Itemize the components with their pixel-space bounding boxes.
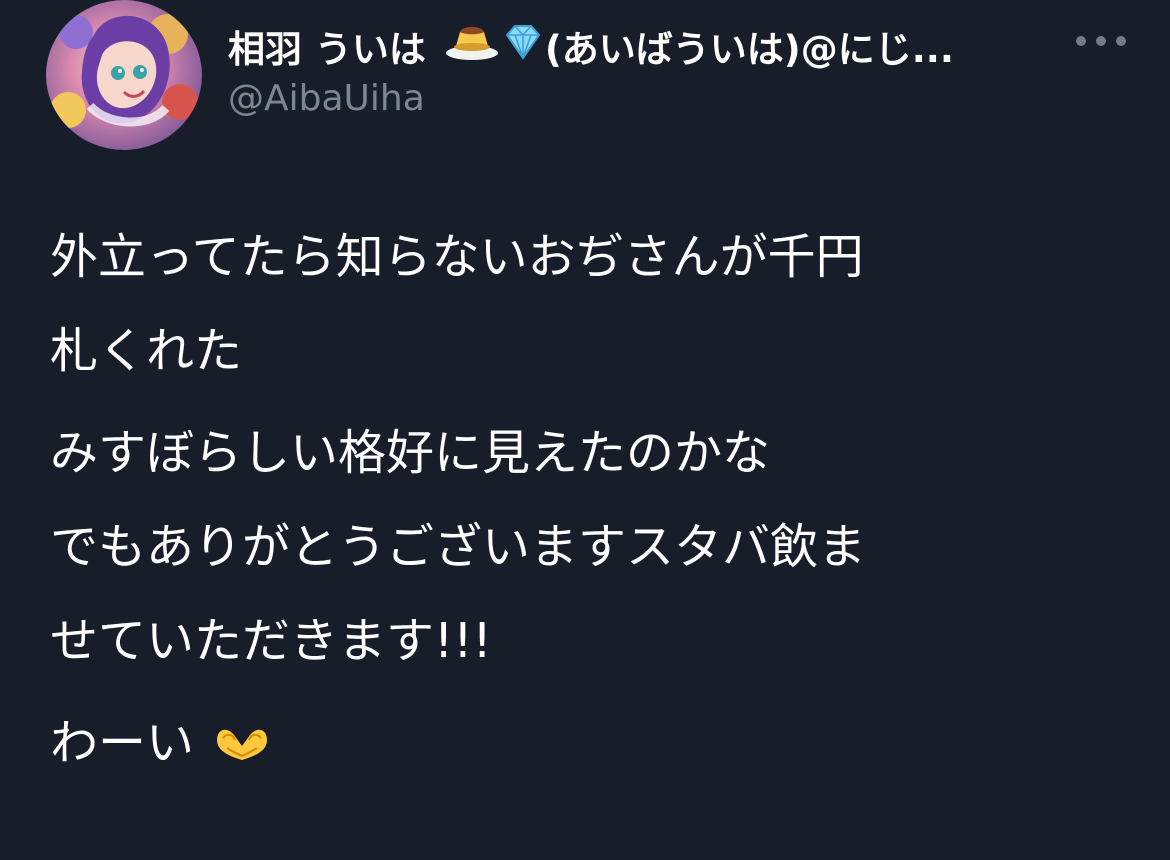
tweet-line: わーい: [50, 696, 1130, 793]
tweet-paragraph: みすぼらしい格好に見えたのかな でもありがとうございますスタバ飲ま せていただき…: [50, 406, 1130, 688]
tweet-header: 相羽 ういは (あいばういは)@にじ... @AibaUiha: [46, 0, 1126, 152]
display-name[interactable]: 相羽 ういは (あいばういは)@にじ...: [228, 18, 1068, 74]
diamond-icon: [501, 22, 545, 71]
display-name-suffix: (あいばういは)@にじ...: [544, 28, 954, 71]
tweet-line: でもありがとうございますスタバ飲ま: [50, 519, 867, 575]
more-dot: [1116, 36, 1126, 46]
tweet-paragraph: 外立ってたら知らないおぢさんが千円 札くれた: [50, 210, 1130, 398]
tweet: 相羽 ういは (あいばういは)@にじ... @AibaUiha 外立ってたら知ら…: [0, 0, 1170, 860]
author-names: 相羽 ういは (あいばういは)@にじ... @AibaUiha: [228, 18, 1068, 119]
tweet-line: せていただきます!!!: [50, 613, 492, 669]
more-dot: [1076, 36, 1086, 46]
tweet-line-text: わーい: [50, 715, 195, 771]
tweet-text: 外立ってたら知らないおぢさんが千円 札くれた みすぼらしい格好に見えたのかな で…: [50, 210, 1130, 793]
tweet-line: 札くれた: [50, 323, 243, 379]
pudding-icon: [443, 22, 501, 71]
tweet-line: 外立ってたら知らないおぢさんが千円: [50, 229, 864, 285]
display-name-prefix: 相羽 ういは: [228, 28, 426, 71]
tweet-line: みすぼらしい格好に見えたのかな: [50, 425, 771, 481]
author-handle[interactable]: @AibaUiha: [228, 78, 1068, 119]
more-icon[interactable]: [1076, 28, 1126, 54]
avatar[interactable]: [46, 0, 202, 150]
tweet-paragraph: わーい: [50, 696, 1130, 793]
more-dot: [1096, 36, 1106, 46]
heart-hands-icon: [209, 699, 275, 793]
